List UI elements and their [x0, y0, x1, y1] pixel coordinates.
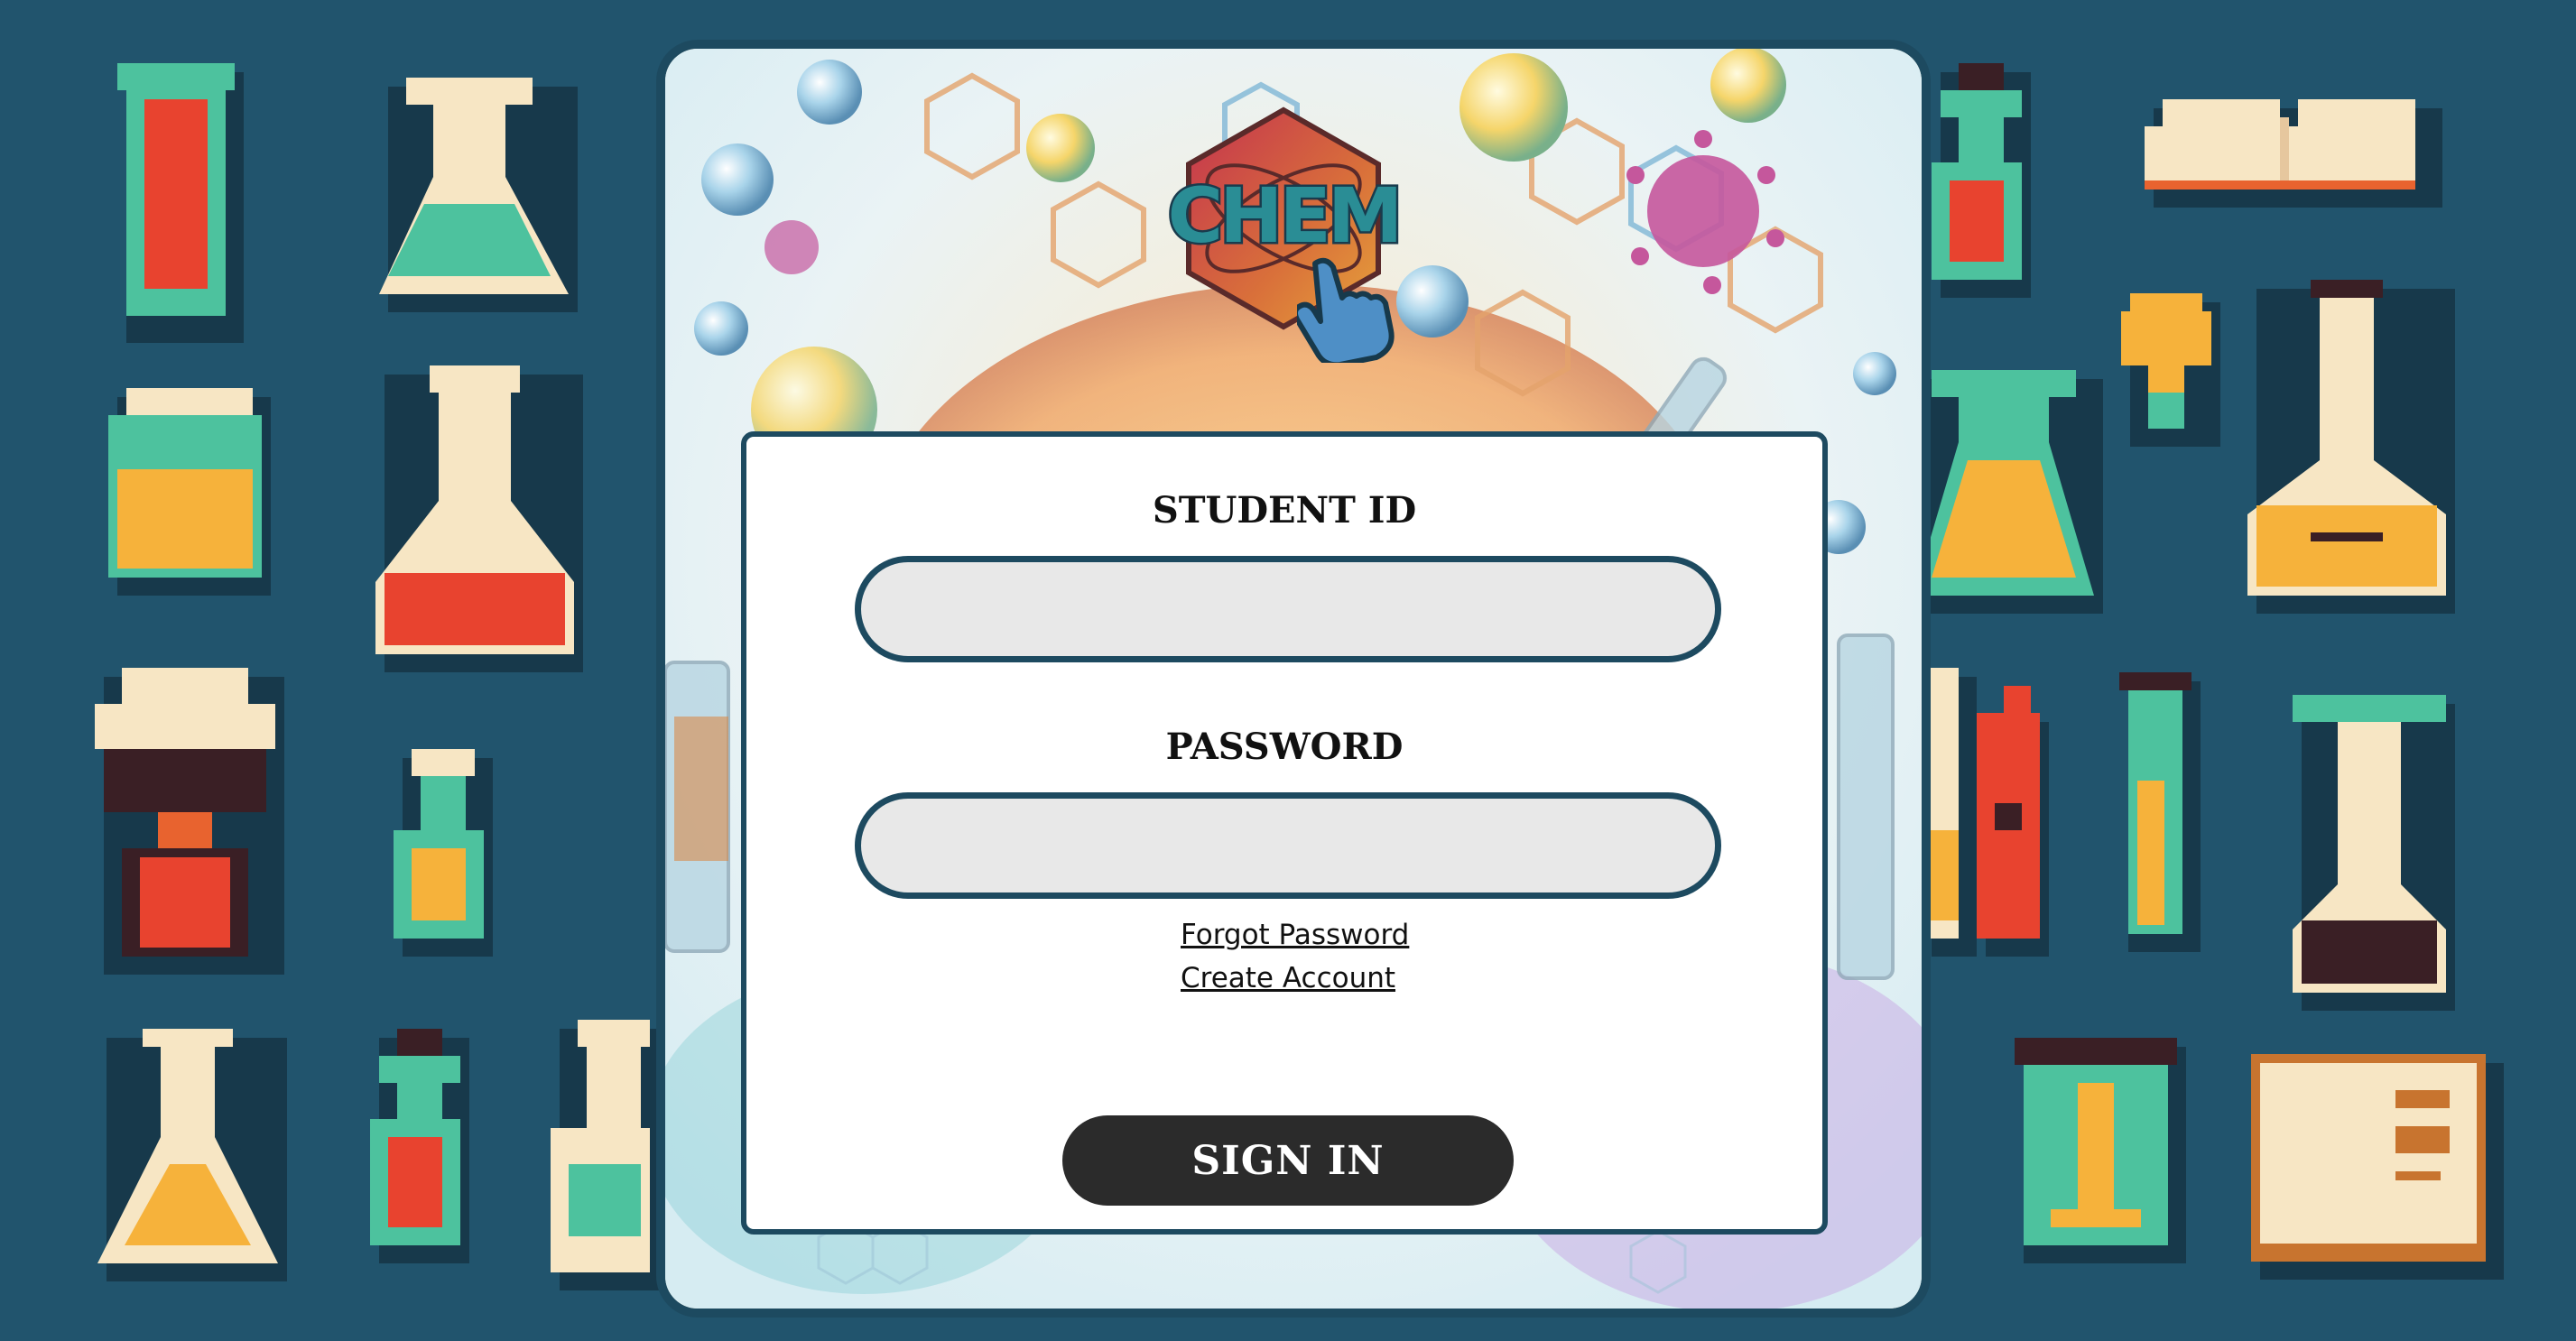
login-card: CHEM STUDENT ID PASSWORD Forgot Password… — [656, 40, 1931, 1318]
flask-icon — [379, 78, 578, 312]
jar-icon — [108, 388, 271, 596]
potion-icon — [1932, 63, 2031, 298]
logo-text: CHEM — [1165, 170, 1405, 263]
test-tube-icon — [117, 63, 244, 343]
pointer-hand-icon — [1297, 257, 1395, 363]
potion-icon — [370, 1029, 469, 1263]
login-form: STUDENT ID PASSWORD Forgot Password Crea… — [741, 431, 1828, 1235]
sign-in-button[interactable]: SIGN IN — [1062, 1115, 1514, 1206]
dropper-icon — [2121, 293, 2220, 447]
student-id-label: STUDENT ID — [1152, 489, 1417, 532]
flask-icon — [551, 1020, 659, 1290]
flask-icon — [2293, 695, 2455, 1011]
book-icon — [2145, 99, 2442, 208]
flask-icon — [375, 365, 583, 672]
flask-icon — [1913, 370, 2103, 614]
potion-icon — [394, 749, 493, 957]
chem-logo: CHEM — [1153, 101, 1414, 363]
hourglass-flask-icon — [95, 668, 284, 975]
dynamite-icon — [1913, 668, 2076, 966]
forgot-password-link[interactable]: Forgot Password — [1181, 919, 1409, 951]
flask-icon — [2247, 280, 2455, 614]
beaker-icon — [2015, 1038, 2186, 1263]
password-input[interactable] — [855, 792, 1721, 899]
password-label: PASSWORD — [1165, 726, 1404, 768]
student-id-input[interactable] — [855, 556, 1721, 662]
book-icon — [2251, 1054, 2504, 1280]
test-tube-icon — [2119, 672, 2201, 952]
flask-icon — [97, 1029, 287, 1281]
create-account-link[interactable]: Create Account — [1181, 962, 1395, 994]
